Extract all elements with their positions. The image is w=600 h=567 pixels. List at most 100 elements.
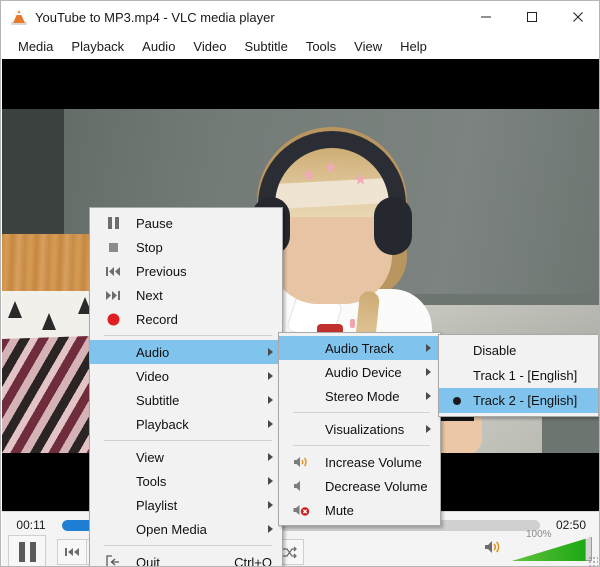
context-menu-item-previous[interactable]: Previous	[90, 259, 282, 283]
menu-separator	[104, 440, 272, 441]
track-submenu-item-label: Track 1 - [English]	[473, 368, 578, 383]
menubar-item-tools[interactable]: Tools	[297, 36, 345, 57]
track-submenu-item-track-1[interactable]: Track 1 - [English]	[439, 363, 598, 388]
audio-submenu-item-label: Decrease Volume	[325, 478, 428, 494]
volume-up-icon	[291, 450, 313, 474]
elapsed-time: 00:11	[16, 518, 46, 532]
window-controls	[463, 1, 599, 33]
track-submenu-item-label: Track 2 - [English]	[473, 393, 578, 408]
volume-control[interactable]: 100%	[484, 529, 592, 561]
context-menu-item-tools[interactable]: Tools	[90, 469, 282, 493]
audio-submenu-item-label: Audio Device	[325, 364, 402, 380]
previous-button[interactable]	[57, 539, 87, 565]
context-menu-item-label: Playback	[136, 416, 189, 432]
audio-submenu-item-label: Visualizations	[325, 421, 405, 437]
context-menu-item-label: Record	[136, 311, 178, 327]
track-submenu-item-label: Disable	[473, 343, 517, 358]
track-submenu-item-disable[interactable]: Disable	[439, 338, 598, 363]
context-menu-item-label: Pause	[136, 215, 173, 231]
audio-submenu-item-visualizations[interactable]: Visualizations	[279, 417, 440, 441]
resize-grip[interactable]	[589, 557, 598, 566]
audio-submenu-item-label: Audio Track	[325, 340, 394, 356]
volume-high-icon[interactable]	[484, 539, 504, 560]
context-menu-item-subtitle[interactable]: Subtitle	[90, 388, 282, 412]
context-menu-item-open-media[interactable]: Open Media	[90, 517, 282, 541]
context-menu-item-quit[interactable]: Quit Ctrl+Q	[90, 550, 282, 567]
maximize-button[interactable]	[509, 1, 555, 33]
chevron-right-icon	[268, 501, 273, 509]
context-menu-item-pause[interactable]: Pause	[90, 211, 282, 235]
audio-submenu-item-increase-volume[interactable]: Increase Volume	[279, 450, 440, 474]
radio-selected-icon	[449, 388, 465, 413]
scene-headboard-right	[387, 199, 599, 309]
close-button[interactable]	[555, 1, 599, 33]
previous-icon	[102, 259, 124, 283]
chevron-right-icon	[426, 344, 431, 352]
track-submenu-item-track-2[interactable]: Track 2 - [English]	[439, 388, 598, 413]
audio-submenu[interactable]: Audio Track Audio Device Stereo Mode Vis…	[278, 332, 441, 526]
context-menu-item-label: View	[136, 449, 164, 465]
audio-submenu-item-audio-track[interactable]: Audio Track	[279, 336, 440, 360]
volume-mute-icon	[291, 498, 313, 522]
menubar-item-view[interactable]: View	[345, 36, 391, 57]
audio-submenu-item-decrease-volume[interactable]: Decrease Volume	[279, 474, 440, 498]
vlc-cone-icon	[10, 8, 28, 26]
audio-submenu-item-label: Mute	[325, 502, 354, 518]
context-menu-item-playlist[interactable]: Playlist	[90, 493, 282, 517]
chevron-right-icon	[268, 372, 273, 380]
context-menu-item-label: Tools	[136, 473, 167, 489]
audio-submenu-item-stereo-mode[interactable]: Stereo Mode	[279, 384, 440, 408]
volume-down-icon	[291, 474, 313, 498]
record-icon	[102, 307, 124, 331]
quit-icon	[102, 550, 124, 566]
audio-submenu-item-label: Increase Volume	[325, 454, 422, 470]
context-menu-item-audio[interactable]: Audio	[90, 340, 282, 364]
next-icon	[102, 283, 124, 307]
window-title: YouTube to MP3.mp4 - VLC media player	[35, 9, 275, 25]
stop-icon	[102, 235, 124, 259]
context-menu-item-label: Next	[136, 287, 163, 303]
scene-wall-shadow	[2, 109, 64, 239]
audio-submenu-item-label: Stereo Mode	[325, 388, 400, 404]
chevron-right-icon	[268, 477, 273, 485]
context-menu-item-label: Stop	[136, 239, 163, 255]
context-menu-item-shortcut: Ctrl+Q	[234, 554, 272, 567]
menubar-item-audio[interactable]: Audio	[133, 36, 184, 57]
chevron-right-icon	[268, 348, 273, 356]
menubar-item-video[interactable]: Video	[184, 36, 235, 57]
volume-fill	[512, 538, 586, 561]
scene-headphone-cup-right	[374, 197, 412, 255]
menubar-item-subtitle[interactable]: Subtitle	[235, 36, 296, 57]
menu-separator	[104, 335, 272, 336]
menu-bar: Media Playback Audio Video Subtitle Tool…	[1, 33, 599, 59]
context-menu-item-label: Quit	[136, 554, 160, 567]
vlc-window: YouTube to MP3.mp4 - VLC media player Me…	[0, 0, 600, 567]
volume-label: 100%	[526, 529, 552, 540]
menubar-item-media[interactable]: Media	[9, 36, 62, 57]
title-bar: YouTube to MP3.mp4 - VLC media player	[1, 1, 599, 33]
chevron-right-icon	[426, 368, 431, 376]
context-menu-item-record[interactable]: Record	[90, 307, 282, 331]
minimize-button[interactable]	[463, 1, 509, 33]
play-pause-button[interactable]	[8, 535, 46, 566]
menu-separator	[293, 412, 430, 413]
context-menu-item-view[interactable]: View	[90, 445, 282, 469]
context-menu-item-label: Open Media	[136, 521, 207, 537]
pause-icon	[102, 211, 124, 235]
menubar-item-help[interactable]: Help	[391, 36, 436, 57]
audio-submenu-item-mute[interactable]: Mute	[279, 498, 440, 522]
context-menu-item-video[interactable]: Video	[90, 364, 282, 388]
menu-separator	[104, 545, 272, 546]
context-menu-item-playback[interactable]: Playback	[90, 412, 282, 436]
context-menu-item-label: Playlist	[136, 497, 178, 513]
context-menu[interactable]: Pause Stop Previous Next Record Audio Vi…	[89, 207, 283, 567]
context-menu-item-next[interactable]: Next	[90, 283, 282, 307]
volume-slider[interactable]: 100%	[512, 529, 592, 561]
context-menu-item-stop[interactable]: Stop	[90, 235, 282, 259]
audio-track-submenu[interactable]: Disable Track 1 - [English] Track 2 - [E…	[438, 334, 599, 417]
menu-separator	[293, 445, 430, 446]
context-menu-item-label: Video	[136, 368, 170, 384]
context-menu-item-label: Previous	[136, 263, 187, 279]
menubar-item-playback[interactable]: Playback	[62, 36, 133, 57]
audio-submenu-item-audio-device[interactable]: Audio Device	[279, 360, 440, 384]
